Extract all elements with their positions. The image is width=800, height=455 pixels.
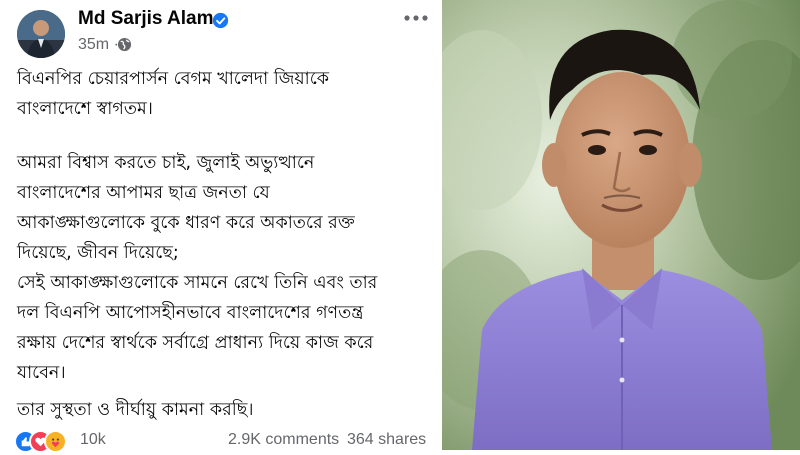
shares-count[interactable]: 364 shares xyxy=(347,431,426,449)
post-text-line: বিএনপির চেয়ারপার্সন বেগম খালেদা জিয়াকে xyxy=(17,69,330,89)
facebook-post: Md Sarjis Alam 35m · বিএনপির চেয়ারপার্স… xyxy=(0,0,440,453)
post-text-line: বাংলাদেশে স্বাগতম। xyxy=(17,99,153,119)
post-meta: 35m · xyxy=(78,36,119,53)
post-text-line: বাংলাদেশের আপামর ছাত্র জনতা যে xyxy=(17,183,270,203)
reaction-icons[interactable] xyxy=(14,430,84,453)
post-text-line: দিয়েছে, জীবন দিয়েছে; xyxy=(17,243,179,263)
post-text-line: রক্ষায় দেশের স্বার্থকে সর্বাগ্রে প্রাধা… xyxy=(17,333,374,353)
post-text-line: সেই আকাঙ্ক্ষাগুলোকে সামনে রেখে তিনি এবং … xyxy=(17,273,378,293)
globe-icon xyxy=(117,37,132,52)
more-options-icon[interactable] xyxy=(400,8,432,28)
verified-badge-icon xyxy=(212,12,229,29)
author-name[interactable]: Md Sarjis Alam xyxy=(78,8,214,30)
reactions-count[interactable]: 10k xyxy=(80,431,106,449)
post-text-line: আমরা বিশ্বাস করতে চাই, জুলাই অভ্যুত্থানে xyxy=(17,153,315,173)
comments-count[interactable]: 2.9K comments xyxy=(228,431,339,449)
post-text-line: দল বিএনপি আপোসহীনভাবে বাংলাদেশের গণতন্ত্… xyxy=(17,303,364,323)
post-text-line: আকাঙ্ক্ষাগুলোকে বুকে ধারণ করে অকাতরে রক্… xyxy=(17,213,355,233)
post-text-line: যাবেন। xyxy=(17,363,66,383)
author-avatar[interactable] xyxy=(17,10,65,58)
portrait-photo xyxy=(442,0,800,450)
post-text-line: তার সুস্থতা ও দীর্ঘায়ু কামনা করছি। xyxy=(17,400,254,420)
post-time[interactable]: 35m xyxy=(78,36,109,53)
